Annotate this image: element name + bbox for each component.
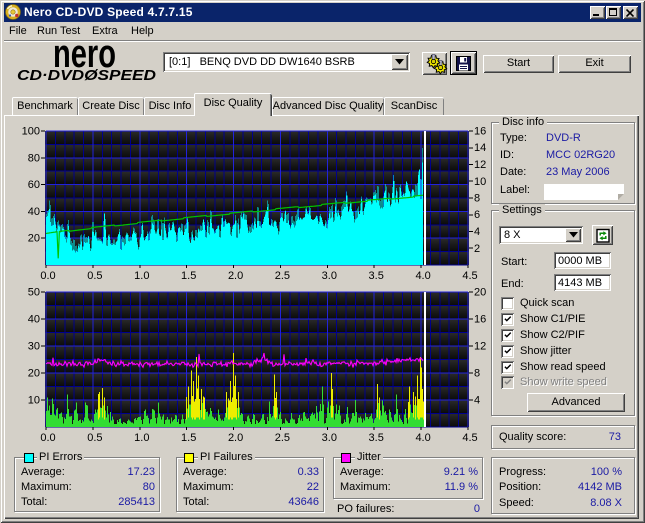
svg-text:80: 80: [28, 152, 40, 164]
svg-text:0.5: 0.5: [87, 270, 102, 282]
svg-text:1.0: 1.0: [134, 432, 149, 444]
svg-text:8: 8: [474, 368, 480, 380]
svg-text:20: 20: [474, 287, 486, 299]
svg-text:4: 4: [474, 226, 480, 238]
svg-text:20: 20: [28, 233, 40, 245]
svg-text:4: 4: [474, 395, 480, 407]
svg-text:8: 8: [474, 193, 480, 205]
svg-text:1.0: 1.0: [134, 270, 149, 282]
svg-text:2: 2: [474, 243, 480, 255]
svg-text:12: 12: [474, 159, 486, 171]
svg-text:12: 12: [474, 341, 486, 353]
svg-text:1.5: 1.5: [181, 432, 196, 444]
svg-text:20: 20: [28, 368, 40, 380]
svg-text:40: 40: [28, 206, 40, 218]
svg-text:60: 60: [28, 179, 40, 191]
svg-text:2.5: 2.5: [275, 270, 290, 282]
svg-text:0.0: 0.0: [40, 432, 55, 444]
svg-text:16: 16: [474, 314, 486, 326]
svg-text:3.0: 3.0: [322, 432, 337, 444]
svg-text:14: 14: [474, 142, 486, 154]
svg-text:16: 16: [474, 126, 486, 138]
svg-text:3.5: 3.5: [369, 270, 384, 282]
svg-text:4.5: 4.5: [462, 270, 477, 282]
svg-text:2.5: 2.5: [275, 432, 290, 444]
svg-text:100: 100: [22, 126, 40, 138]
svg-text:3.5: 3.5: [369, 432, 384, 444]
svg-text:4.5: 4.5: [462, 432, 477, 444]
svg-text:0.5: 0.5: [87, 432, 102, 444]
svg-text:2.0: 2.0: [228, 270, 243, 282]
svg-text:2.0: 2.0: [228, 432, 243, 444]
svg-text:50: 50: [28, 287, 40, 299]
svg-text:3.0: 3.0: [322, 270, 337, 282]
svg-text:40: 40: [28, 314, 40, 326]
svg-text:10: 10: [28, 395, 40, 407]
svg-text:1.5: 1.5: [181, 270, 196, 282]
svg-text:30: 30: [28, 341, 40, 353]
svg-text:6: 6: [474, 209, 480, 221]
svg-text:CD·DVDØSPEED: CD·DVDØSPEED: [17, 68, 157, 83]
svg-text:0.0: 0.0: [40, 270, 55, 282]
svg-text:4.0: 4.0: [415, 270, 430, 282]
svg-text:4.0: 4.0: [415, 432, 430, 444]
svg-text:10: 10: [474, 176, 486, 188]
